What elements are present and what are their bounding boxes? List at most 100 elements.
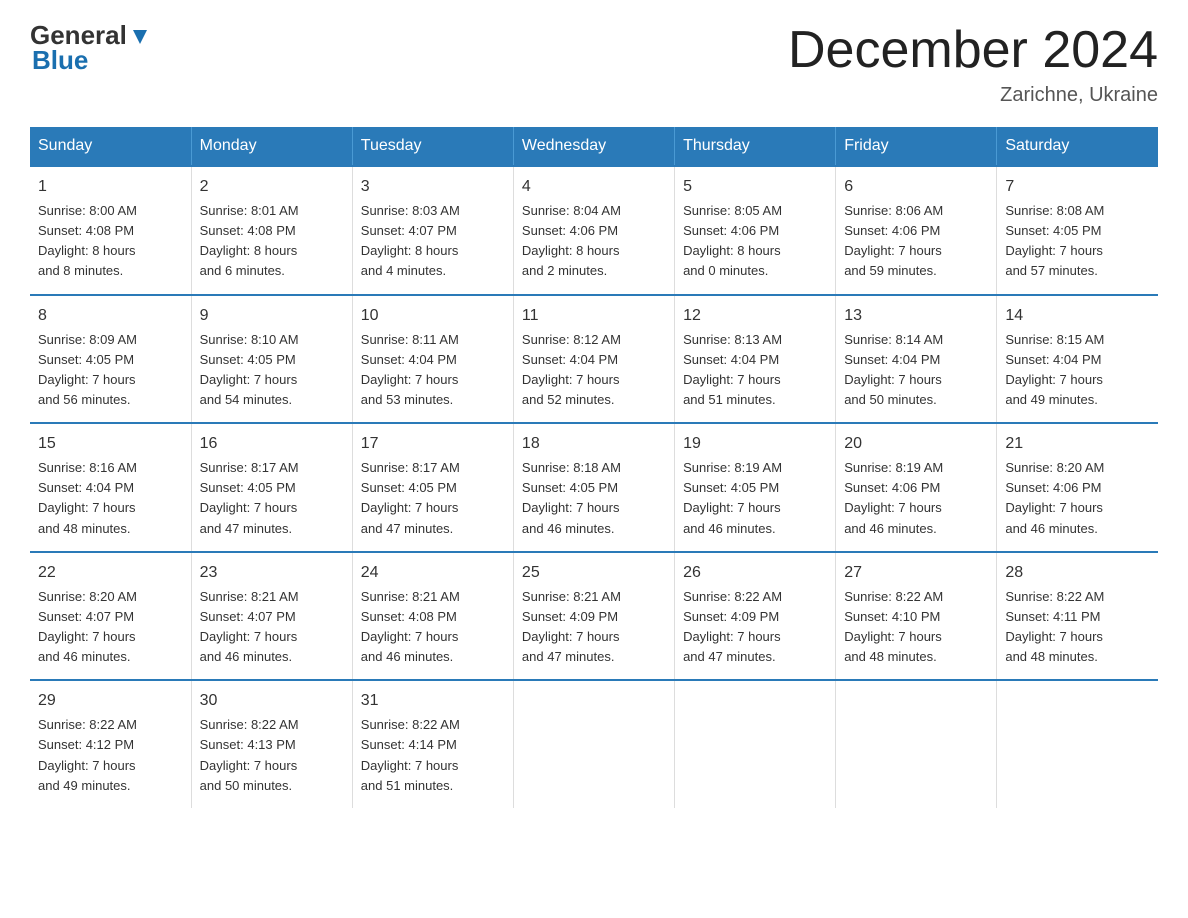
title-block: December 2024 Zarichne, Ukraine (788, 20, 1158, 107)
day-number: 13 (844, 304, 988, 328)
day-info: Sunrise: 8:08 AM Sunset: 4:05 PM Dayligh… (1005, 201, 1150, 282)
day-info: Sunrise: 8:19 AM Sunset: 4:06 PM Dayligh… (844, 458, 988, 539)
day-info: Sunrise: 8:20 AM Sunset: 4:06 PM Dayligh… (1005, 458, 1150, 539)
day-info: Sunrise: 8:17 AM Sunset: 4:05 PM Dayligh… (361, 458, 505, 539)
day-info: Sunrise: 8:22 AM Sunset: 4:10 PM Dayligh… (844, 587, 988, 668)
day-number: 8 (38, 304, 183, 328)
day-info: Sunrise: 8:22 AM Sunset: 4:09 PM Dayligh… (683, 587, 827, 668)
day-number: 6 (844, 175, 988, 199)
calendar-cell: 27Sunrise: 8:22 AM Sunset: 4:10 PM Dayli… (836, 552, 997, 681)
day-number: 24 (361, 561, 505, 585)
calendar-cell (836, 680, 997, 808)
weekday-header-friday: Friday (836, 127, 997, 166)
calendar-cell: 30Sunrise: 8:22 AM Sunset: 4:13 PM Dayli… (191, 680, 352, 808)
weekday-header-wednesday: Wednesday (513, 127, 674, 166)
calendar-cell: 4Sunrise: 8:04 AM Sunset: 4:06 PM Daylig… (513, 166, 674, 295)
day-info: Sunrise: 8:14 AM Sunset: 4:04 PM Dayligh… (844, 330, 988, 411)
day-info: Sunrise: 8:09 AM Sunset: 4:05 PM Dayligh… (38, 330, 183, 411)
calendar-cell: 21Sunrise: 8:20 AM Sunset: 4:06 PM Dayli… (997, 423, 1158, 552)
calendar-week-row: 22Sunrise: 8:20 AM Sunset: 4:07 PM Dayli… (30, 552, 1158, 681)
day-info: Sunrise: 8:21 AM Sunset: 4:08 PM Dayligh… (361, 587, 505, 668)
calendar-cell: 10Sunrise: 8:11 AM Sunset: 4:04 PM Dayli… (352, 295, 513, 424)
weekday-header-row: SundayMondayTuesdayWednesdayThursdayFrid… (30, 127, 1158, 166)
calendar-cell: 14Sunrise: 8:15 AM Sunset: 4:04 PM Dayli… (997, 295, 1158, 424)
day-number: 1 (38, 175, 183, 199)
day-info: Sunrise: 8:19 AM Sunset: 4:05 PM Dayligh… (683, 458, 827, 539)
logo-arrow-icon (129, 26, 151, 48)
day-number: 15 (38, 432, 183, 456)
calendar-cell: 8Sunrise: 8:09 AM Sunset: 4:05 PM Daylig… (30, 295, 191, 424)
day-info: Sunrise: 8:12 AM Sunset: 4:04 PM Dayligh… (522, 330, 666, 411)
day-number: 18 (522, 432, 666, 456)
day-info: Sunrise: 8:22 AM Sunset: 4:12 PM Dayligh… (38, 715, 183, 796)
day-number: 21 (1005, 432, 1150, 456)
calendar-cell: 12Sunrise: 8:13 AM Sunset: 4:04 PM Dayli… (675, 295, 836, 424)
day-info: Sunrise: 8:11 AM Sunset: 4:04 PM Dayligh… (361, 330, 505, 411)
calendar-cell: 15Sunrise: 8:16 AM Sunset: 4:04 PM Dayli… (30, 423, 191, 552)
calendar-cell: 18Sunrise: 8:18 AM Sunset: 4:05 PM Dayli… (513, 423, 674, 552)
calendar-week-row: 8Sunrise: 8:09 AM Sunset: 4:05 PM Daylig… (30, 295, 1158, 424)
calendar-cell: 22Sunrise: 8:20 AM Sunset: 4:07 PM Dayli… (30, 552, 191, 681)
calendar-cell (513, 680, 674, 808)
day-number: 3 (361, 175, 505, 199)
day-number: 29 (38, 689, 183, 713)
calendar-cell: 11Sunrise: 8:12 AM Sunset: 4:04 PM Dayli… (513, 295, 674, 424)
calendar-cell: 25Sunrise: 8:21 AM Sunset: 4:09 PM Dayli… (513, 552, 674, 681)
calendar-week-row: 1Sunrise: 8:00 AM Sunset: 4:08 PM Daylig… (30, 166, 1158, 295)
day-number: 17 (361, 432, 505, 456)
calendar-cell: 1Sunrise: 8:00 AM Sunset: 4:08 PM Daylig… (30, 166, 191, 295)
day-info: Sunrise: 8:10 AM Sunset: 4:05 PM Dayligh… (200, 330, 344, 411)
day-info: Sunrise: 8:15 AM Sunset: 4:04 PM Dayligh… (1005, 330, 1150, 411)
day-number: 28 (1005, 561, 1150, 585)
calendar-cell: 5Sunrise: 8:05 AM Sunset: 4:06 PM Daylig… (675, 166, 836, 295)
calendar-cell: 31Sunrise: 8:22 AM Sunset: 4:14 PM Dayli… (352, 680, 513, 808)
day-number: 5 (683, 175, 827, 199)
calendar-cell: 2Sunrise: 8:01 AM Sunset: 4:08 PM Daylig… (191, 166, 352, 295)
logo: General Blue (30, 20, 151, 76)
day-number: 25 (522, 561, 666, 585)
calendar-cell: 17Sunrise: 8:17 AM Sunset: 4:05 PM Dayli… (352, 423, 513, 552)
calendar-cell: 20Sunrise: 8:19 AM Sunset: 4:06 PM Dayli… (836, 423, 997, 552)
day-number: 19 (683, 432, 827, 456)
day-number: 22 (38, 561, 183, 585)
day-number: 7 (1005, 175, 1150, 199)
day-number: 11 (522, 304, 666, 328)
day-number: 4 (522, 175, 666, 199)
day-number: 14 (1005, 304, 1150, 328)
calendar-cell: 28Sunrise: 8:22 AM Sunset: 4:11 PM Dayli… (997, 552, 1158, 681)
calendar-cell: 16Sunrise: 8:17 AM Sunset: 4:05 PM Dayli… (191, 423, 352, 552)
day-info: Sunrise: 8:16 AM Sunset: 4:04 PM Dayligh… (38, 458, 183, 539)
day-info: Sunrise: 8:17 AM Sunset: 4:05 PM Dayligh… (200, 458, 344, 539)
weekday-header-tuesday: Tuesday (352, 127, 513, 166)
day-info: Sunrise: 8:22 AM Sunset: 4:14 PM Dayligh… (361, 715, 505, 796)
calendar-week-row: 15Sunrise: 8:16 AM Sunset: 4:04 PM Dayli… (30, 423, 1158, 552)
day-info: Sunrise: 8:22 AM Sunset: 4:11 PM Dayligh… (1005, 587, 1150, 668)
calendar-title: December 2024 (788, 20, 1158, 80)
calendar-subtitle: Zarichne, Ukraine (788, 84, 1158, 107)
calendar-cell: 6Sunrise: 8:06 AM Sunset: 4:06 PM Daylig… (836, 166, 997, 295)
day-number: 26 (683, 561, 827, 585)
day-info: Sunrise: 8:06 AM Sunset: 4:06 PM Dayligh… (844, 201, 988, 282)
calendar-cell: 9Sunrise: 8:10 AM Sunset: 4:05 PM Daylig… (191, 295, 352, 424)
weekday-header-monday: Monday (191, 127, 352, 166)
calendar-cell: 26Sunrise: 8:22 AM Sunset: 4:09 PM Dayli… (675, 552, 836, 681)
day-number: 27 (844, 561, 988, 585)
day-info: Sunrise: 8:22 AM Sunset: 4:13 PM Dayligh… (200, 715, 344, 796)
day-number: 2 (200, 175, 344, 199)
day-info: Sunrise: 8:13 AM Sunset: 4:04 PM Dayligh… (683, 330, 827, 411)
day-number: 31 (361, 689, 505, 713)
day-number: 10 (361, 304, 505, 328)
calendar-cell: 3Sunrise: 8:03 AM Sunset: 4:07 PM Daylig… (352, 166, 513, 295)
day-number: 30 (200, 689, 344, 713)
day-number: 9 (200, 304, 344, 328)
calendar-cell: 24Sunrise: 8:21 AM Sunset: 4:08 PM Dayli… (352, 552, 513, 681)
weekday-header-sunday: Sunday (30, 127, 191, 166)
day-info: Sunrise: 8:21 AM Sunset: 4:07 PM Dayligh… (200, 587, 344, 668)
day-number: 12 (683, 304, 827, 328)
calendar-cell: 7Sunrise: 8:08 AM Sunset: 4:05 PM Daylig… (997, 166, 1158, 295)
calendar-cell (997, 680, 1158, 808)
day-info: Sunrise: 8:00 AM Sunset: 4:08 PM Dayligh… (38, 201, 183, 282)
day-info: Sunrise: 8:04 AM Sunset: 4:06 PM Dayligh… (522, 201, 666, 282)
day-number: 23 (200, 561, 344, 585)
day-number: 20 (844, 432, 988, 456)
